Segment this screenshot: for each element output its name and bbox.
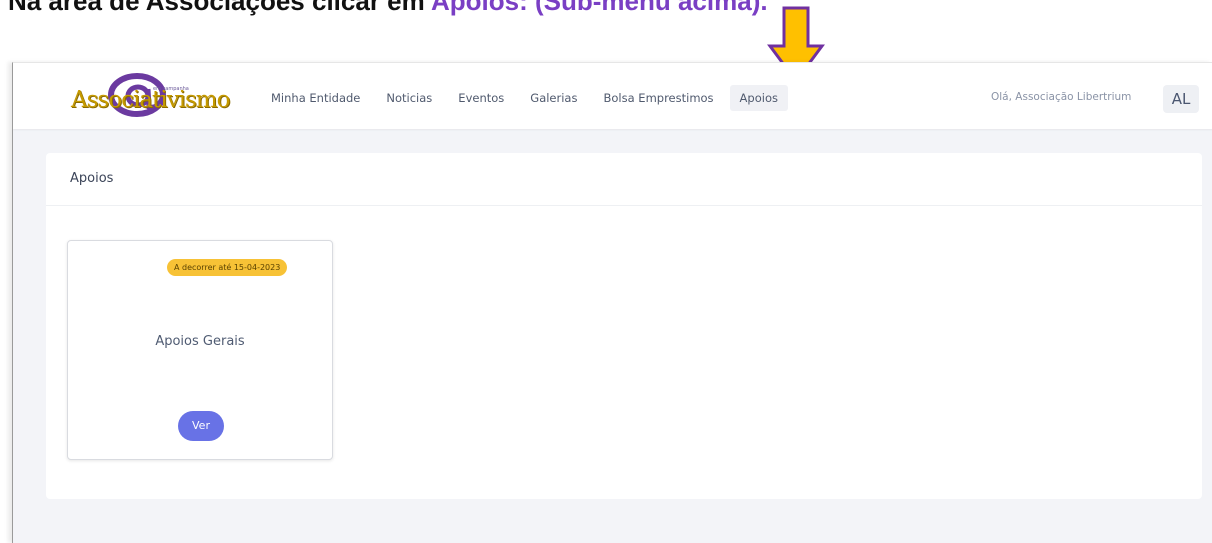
nav-apoios[interactable]: Apoios <box>729 85 788 111</box>
associativismo-logo[interactable]: Associativismo em campanha <box>71 73 230 123</box>
top-navbar: Associativismo em campanha Minha Entidad… <box>13 63 1212 129</box>
nav-noticias[interactable]: Noticias <box>376 85 442 111</box>
apoio-card: A decorrer até 15-04-2023 Apoios Gerais … <box>67 240 333 460</box>
logo-tagline: em campanha <box>153 86 189 92</box>
main-nav: Minha Entidade Noticias Eventos Galerias… <box>261 85 794 113</box>
ver-button[interactable]: Ver <box>178 411 224 441</box>
nav-galerias[interactable]: Galerias <box>520 85 587 111</box>
status-badge: A decorrer até 15-04-2023 <box>167 259 288 276</box>
caption-highlight: Apoios: (Sub-menu acima). <box>431 0 768 16</box>
user-greeting[interactable]: Olá, Associação Libertrium <box>991 91 1131 103</box>
logo-text: Associativismo <box>71 87 230 113</box>
document-caption: Na área de Associações clicar em Apoios:… <box>8 0 1008 22</box>
nav-eventos[interactable]: Eventos <box>448 85 514 111</box>
nav-minha-entidade[interactable]: Minha Entidade <box>261 85 370 111</box>
nav-bolsa-emprestimos[interactable]: Bolsa Emprestimos <box>593 85 723 111</box>
content-panel: Apoios A decorrer até 15-04-2023 Apoios … <box>46 153 1202 499</box>
caption-text: Na área de Associações clicar em <box>8 0 431 16</box>
app-screenshot: Associativismo em campanha Minha Entidad… <box>12 62 1212 543</box>
card-title: Apoios Gerais <box>155 334 245 349</box>
user-avatar[interactable]: AL <box>1163 85 1199 113</box>
page-title: Apoios <box>46 153 1202 206</box>
